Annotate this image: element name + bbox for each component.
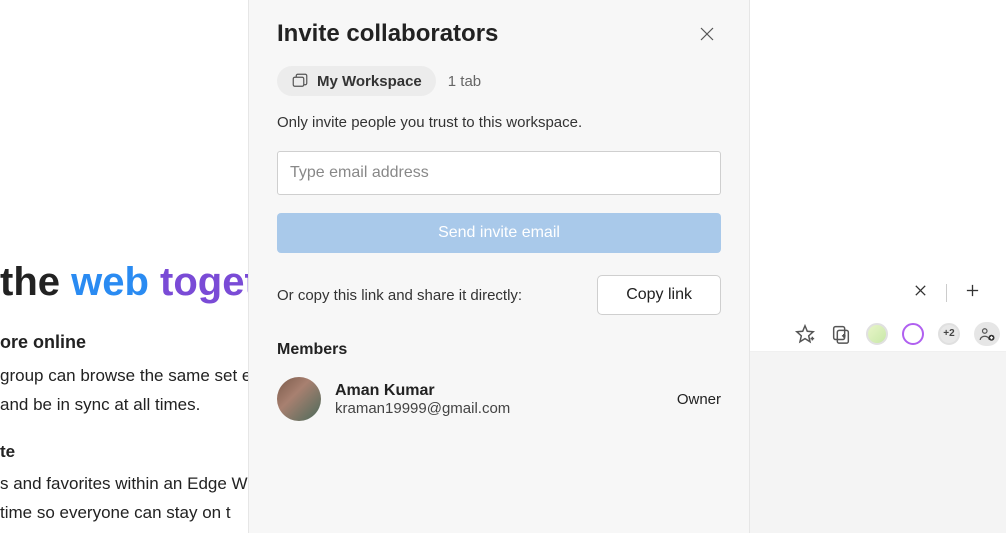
workspace-icon [291,72,309,90]
bg-sub2: te [0,442,15,462]
copy-link-button[interactable]: Copy link [597,275,721,315]
collections-icon[interactable] [830,323,852,345]
member-info: Aman Kumar kraman19999@gmail.com [335,382,510,417]
member-row: Aman Kumar kraman19999@gmail.com Owner [277,377,721,421]
member-left: Aman Kumar kraman19999@gmail.com [277,377,510,421]
bg-p1: group can browse the same set es and be … [0,362,260,420]
tab-count: 1 tab [448,73,481,90]
close-button[interactable] [693,20,721,48]
bg-headline: the web toget [0,260,258,305]
members-title: Members [277,341,721,359]
tab-divider [946,284,947,302]
send-invite-button[interactable]: Send invite email [277,213,721,253]
browser-content-area [750,352,1006,533]
presence-avatar-2[interactable] [902,323,924,345]
copy-link-text: Or copy this link and share it directly: [277,287,522,304]
presence-avatar-1[interactable] [866,323,888,345]
member-avatar [277,377,321,421]
trust-text: Only invite people you trust to this wor… [277,114,721,131]
workspace-pill[interactable]: My Workspace [277,66,436,96]
invite-collaborators-panel: Invite collaborators My Workspace 1 tab … [248,0,750,533]
copy-link-row: Or copy this link and share it directly:… [277,275,721,315]
close-tab-icon[interactable] [913,283,928,303]
workspace-name: My Workspace [317,73,422,90]
bg-headline-text: the [0,260,71,304]
workspace-row: My Workspace 1 tab [277,66,721,96]
new-tab-icon[interactable] [965,283,980,303]
member-role: Owner [677,391,721,408]
favorites-icon[interactable] [794,323,816,345]
bg-headline-accent1: web [71,260,160,304]
browser-toolbar: +2 [750,316,1006,352]
bg-headline-accent2: toget [160,260,258,304]
bg-p2: s and favorites within an Edge W-time so… [0,470,260,528]
panel-header: Invite collaborators [277,20,721,48]
email-input[interactable] [277,151,721,195]
member-email: kraman19999@gmail.com [335,400,510,417]
tab-strip [750,278,1006,308]
member-name: Aman Kumar [335,382,510,400]
close-icon [699,26,715,42]
manage-members-button[interactable] [974,322,1000,346]
panel-title: Invite collaborators [277,20,498,48]
presence-extra-count[interactable]: +2 [938,323,960,345]
bg-sub1: ore online [0,332,86,353]
